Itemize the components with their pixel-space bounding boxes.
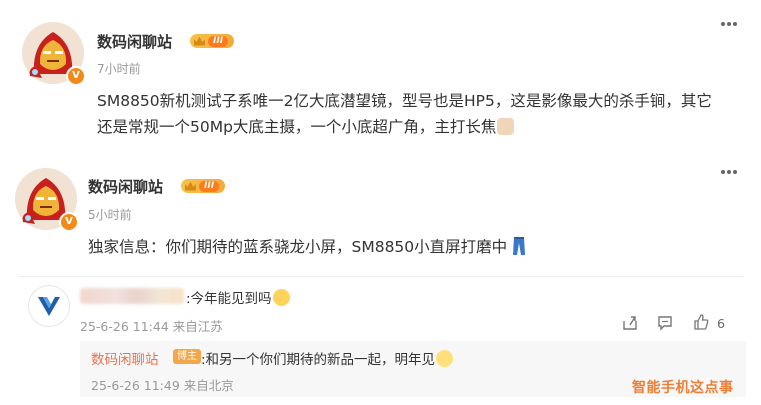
author-tag: 博主 <box>173 349 201 364</box>
divider <box>18 276 743 277</box>
username[interactable]: 数码闲聊站 <box>97 31 172 52</box>
v-logo-icon <box>38 297 60 316</box>
crying-emoji-icon <box>272 289 290 306</box>
comment-icon[interactable] <box>657 315 673 331</box>
like-icon[interactable] <box>693 314 709 330</box>
verified-badge: V <box>59 212 79 232</box>
comment-text-content: :今年能见到吗 <box>186 291 272 307</box>
crown-icon <box>185 181 196 191</box>
jeans-emoji-icon <box>513 237 526 255</box>
verified-badge: V <box>66 66 86 86</box>
post-text-content: 独家信息：你们期待的蓝系骁龙小屏，SM8850小直屏打磨中 <box>88 238 508 256</box>
level-badge: III <box>190 34 235 48</box>
post-time[interactable]: 7小时前 <box>97 60 141 77</box>
reply-username[interactable]: 数码闲聊站 <box>91 348 159 368</box>
username[interactable]: 数码闲聊站 <box>88 176 163 197</box>
post-time[interactable]: 5小时前 <box>88 206 132 223</box>
reply-text: :和另一个你们期待的新品一起，明年见 <box>201 348 454 368</box>
like-count: 6 <box>717 316 725 331</box>
more-icon[interactable] <box>721 170 737 176</box>
avatar[interactable]: V <box>15 168 79 232</box>
avatar[interactable]: V <box>22 22 86 86</box>
commenter-avatar[interactable] <box>28 285 70 327</box>
share-icon[interactable] <box>622 315 638 331</box>
level-badge: III <box>181 179 226 193</box>
post-text: SM8850新机测试子系唯一2亿大底潜望镜，型号也是HP5，这是影像最大的杀手锏… <box>97 88 717 140</box>
reply-text-content: :和另一个你们期待的新品一起，明年见 <box>201 352 436 368</box>
post-text-content: SM8850新机测试子系唯一2亿大底潜望镜，型号也是HP5，这是影像最大的杀手锏… <box>97 92 712 136</box>
cat-emoji-icon <box>497 118 515 135</box>
level-label: III <box>208 35 229 47</box>
comment-text: :今年能见到吗 <box>186 287 290 307</box>
commenter-name-blurred[interactable] <box>80 288 184 304</box>
watermark: 智能手机这点事 <box>632 380 734 396</box>
glasses-emoji-icon <box>436 350 454 367</box>
reply-meta: 25-6-26 11:49 来自北京 <box>91 378 234 393</box>
post-text: 独家信息：你们期待的蓝系骁龙小屏，SM8850小直屏打磨中 <box>88 234 728 260</box>
level-label: III <box>199 180 220 192</box>
more-icon[interactable] <box>721 22 737 28</box>
crown-icon <box>194 36 205 46</box>
comment-meta: 25-6-26 11:44 来自江苏 <box>80 319 223 334</box>
